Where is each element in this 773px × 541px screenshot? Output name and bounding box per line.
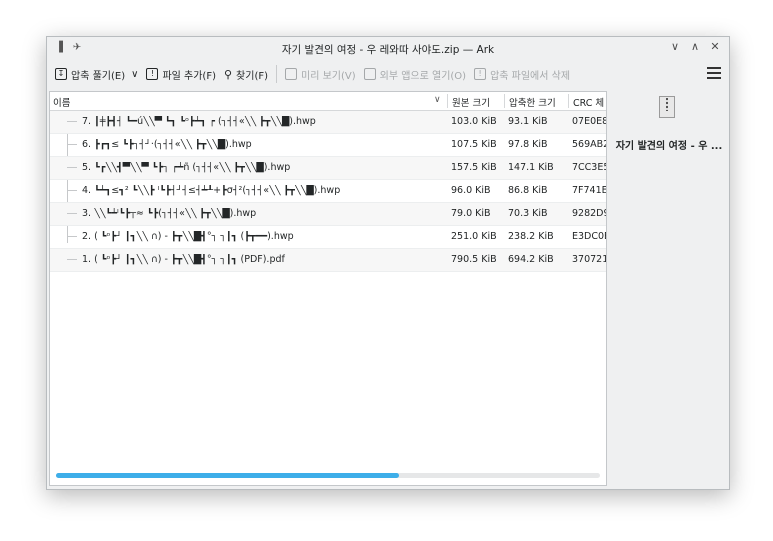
add-file-label: 파일 추가(F) (162, 70, 216, 82)
original-size: 790.5 KiB (451, 254, 497, 265)
original-size: 79.0 KiB (451, 208, 491, 219)
find-button[interactable]: ⚲ 찾기(F) (224, 67, 268, 82)
original-size: 103.0 KiB (451, 116, 497, 127)
find-label: 찾기(F) (236, 70, 269, 82)
open-external-label: 외부 앱으로 열기(O) (379, 70, 467, 82)
ark-window: ▐ ✈ 자기 발견의 여정 - 우 레와따 사야도.zip — Ark ∨ ∧ … (46, 36, 730, 490)
crc-value: 7F741E (572, 185, 607, 196)
zip-archive-icon (659, 96, 675, 118)
title-bar: ▐ ✈ 자기 발견의 여정 - 우 레와따 사야도.zip — Ark ∨ ∧ … (47, 37, 729, 59)
preview-label: 미리 보기(V) (301, 70, 356, 82)
add-file-button[interactable]: ! 파일 추가(F) (146, 67, 216, 82)
info-panel: 자기 발견의 여정 - 우 ... (609, 91, 727, 486)
toolbar-separator (276, 65, 278, 83)
crc-value: E3DC0E (572, 231, 607, 242)
compressed-size: 238.2 KiB (508, 231, 554, 242)
extract-button[interactable]: ↧ 압축 풀기(E) (55, 67, 125, 82)
crc-value: 7CC3E5 (572, 162, 607, 173)
table-row[interactable]: 1. ( ┗ᵒ┣┘ ┃┓╲╲ ∩) - ┣┳╲╲█┫°┐ ┐┃┓ (PDF).p… (50, 249, 606, 272)
file-name: 5. ┗┏╲╲┫▀╲╲▀ ┗┣┐ ┍┷ñ (┐┤┤«╲╲ ┣┳╲╲█).hwp (82, 162, 291, 173)
compressed-size: 86.8 KiB (508, 185, 548, 196)
table-row[interactable]: 3. ╲╲┗┷ᴵ┗┣┬≈ ┗┣(┐┤┤«╲╲ ┣┳╲╲█).hwp 79.0 K… (50, 203, 606, 226)
original-size: 157.5 KiB (451, 162, 497, 173)
original-size: 107.5 KiB (451, 139, 497, 150)
column-name[interactable]: 이름 (53, 95, 70, 109)
file-name: 6. ┣┏┓≤ ┗┣┐┤┘·(┐┤┤«╲╲ ┣┳╲╲█).hwp (82, 139, 252, 150)
file-name: 7. ┃╪┣┫┤ ┗━ú╲╲▀ ┗┓ ┗ᵒ┣┷┓ ┍ (┐┤┤«╲╲ ┣┳╲╲█… (82, 116, 316, 127)
search-icon: ⚲ (223, 67, 233, 81)
extract-dropdown-button[interactable]: ∨ (131, 69, 138, 80)
window-title: 자기 발견의 여정 - 우 레와따 사야도.zip — Ark (281, 44, 495, 56)
preview-button[interactable]: 미리 보기(V) (285, 67, 356, 82)
table-row[interactable]: 4. ┗┷┓≤┓² ┗╲╲┣ ᴵ┗┣┤┘┤≤┤┷┸+┣σ┤²(┐┤┤«╲╲ ┣┳… (50, 180, 606, 203)
column-crc[interactable]: CRC 체 (573, 95, 604, 109)
table-row[interactable]: 7. ┃╪┣┫┤ ┗━ú╲╲▀ ┗┓ ┗ᵒ┣┷┓ ┍ (┐┤┤«╲╲ ┣┳╲╲█… (50, 111, 606, 134)
column-original-size[interactable]: 원본 크기 (452, 95, 490, 109)
archive-name: 자기 발견의 여정 - 우 ... (615, 141, 723, 152)
file-name: 2. ( ┗ᵒ┣┘ ┃┓╲╲ ∩) - ┣┳╲╲█┫°┐ ┐┃┓ (┣┳━━).… (82, 231, 294, 242)
compressed-size: 93.1 KiB (508, 116, 548, 127)
close-button[interactable]: ✕ (709, 41, 721, 53)
column-compressed-size[interactable]: 압축한 크기 (509, 95, 556, 109)
open-external-icon (363, 68, 376, 80)
extract-label: 압축 풀기(E) (71, 70, 126, 82)
extract-icon: ↧ (55, 68, 67, 80)
horizontal-scrollbar[interactable] (56, 473, 600, 478)
toolbar: ↧ 압축 풀기(E) ∨ ! 파일 추가(F) ⚲ 찾기(F) 미리 보기(V)… (47, 61, 729, 87)
table-row[interactable]: 5. ┗┏╲╲┫▀╲╲▀ ┗┣┐ ┍┷ñ (┐┤┤«╲╲ ┣┳╲╲█).hwp … (50, 157, 606, 180)
delete-from-archive-button[interactable]: ! 압축 파일에서 삭제 (474, 67, 570, 82)
minimize-button[interactable]: ∨ (669, 41, 681, 53)
delete-icon: ! (474, 68, 487, 80)
column-header: 이름 ∨ 원본 크기 압축한 크기 CRC 체 (50, 92, 606, 111)
original-size: 251.0 KiB (451, 231, 497, 242)
file-rows: 7. ┃╪┣┫┤ ┗━ú╲╲▀ ┗┓ ┗ᵒ┣┷┓ ┍ (┐┤┤«╲╲ ┣┳╲╲█… (50, 111, 606, 272)
hamburger-menu-icon[interactable] (707, 67, 721, 79)
crc-value: 370721 (572, 254, 607, 265)
add-file-icon: ! (146, 68, 159, 80)
table-row[interactable]: 2. ( ┗ᵒ┣┘ ┃┓╲╲ ∩) - ┣┳╲╲█┫°┐ ┐┃┓ (┣┳━━).… (50, 226, 606, 249)
archive-file-list: 이름 ∨ 원본 크기 압축한 크기 CRC 체 7. ┃╪┣┫┤ ┗━ú╲╲▀ … (49, 91, 607, 486)
file-name: 1. ( ┗ᵒ┣┘ ┃┓╲╲ ∩) - ┣┳╲╲█┫°┐ ┐┃┓ (PDF).p… (82, 254, 285, 265)
delete-label: 압축 파일에서 삭제 (490, 70, 571, 82)
preview-icon (285, 68, 298, 80)
compressed-size: 147.1 KiB (508, 162, 554, 173)
compressed-size: 694.2 KiB (508, 254, 554, 265)
open-external-button[interactable]: 외부 앱으로 열기(O) (363, 67, 467, 82)
crc-value: 07E0E8 (572, 116, 607, 127)
crc-value: 9282D9 (572, 208, 607, 219)
scrollbar-thumb[interactable] (56, 473, 399, 478)
compressed-size: 97.8 KiB (508, 139, 548, 150)
crc-value: 569AB2 (572, 139, 607, 150)
maximize-button[interactable]: ∧ (689, 41, 701, 53)
file-name: 3. ╲╲┗┷ᴵ┗┣┬≈ ┗┣(┐┤┤«╲╲ ┣┳╲╲█).hwp (82, 208, 257, 219)
compressed-size: 70.3 KiB (508, 208, 548, 219)
sort-chevron-down-icon[interactable]: ∨ (434, 95, 441, 105)
table-row[interactable]: 6. ┣┏┓≤ ┗┣┐┤┘·(┐┤┤«╲╲ ┣┳╲╲█).hwp 107.5 K… (50, 134, 606, 157)
original-size: 96.0 KiB (451, 185, 491, 196)
chevron-down-icon: ∨ (131, 68, 139, 80)
file-name: 4. ┗┷┓≤┓² ┗╲╲┣ ᴵ┗┣┤┘┤≤┤┷┸+┣σ┤²(┐┤┤«╲╲ ┣┳… (82, 185, 341, 196)
